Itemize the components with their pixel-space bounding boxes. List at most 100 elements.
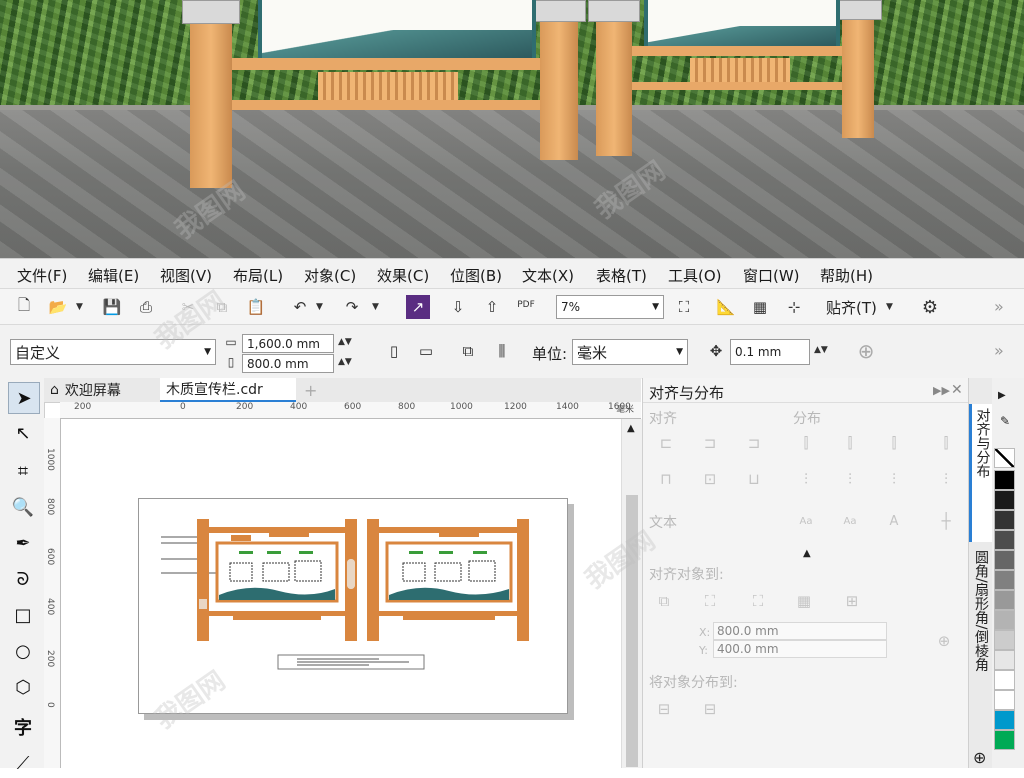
artistic-media-tool-icon[interactable]: ᘐ (8, 564, 38, 594)
menu-tools[interactable]: 工具(O) (668, 265, 722, 286)
no-color-swatch[interactable] (994, 448, 1015, 468)
scroll-up-icon[interactable]: ▲ (627, 423, 635, 434)
docker-add-icon[interactable]: ⊕ (973, 748, 986, 767)
drawing-canvas[interactable] (61, 419, 621, 768)
zoom-dropdown-icon[interactable]: ▼ (652, 302, 659, 312)
color-swatch[interactable] (994, 550, 1015, 570)
new-document-icon[interactable]: 🗋 (12, 295, 36, 319)
align-to-page-edge-icon[interactable]: ⛶ (747, 590, 769, 612)
pick-point-icon[interactable]: ⊕ (933, 630, 955, 652)
page-preset-combo[interactable]: 自定义 ▼ (10, 339, 216, 365)
vertical-ruler[interactable]: 1000 800 600 400 200 0 (44, 418, 61, 768)
color-swatch[interactable] (994, 510, 1015, 530)
distribute-center-v-icon[interactable]: ⫶ (839, 468, 861, 490)
distribute-bottom-icon[interactable]: ⫶ (935, 468, 957, 490)
menu-help[interactable]: 帮助(H) (820, 265, 873, 286)
color-swatch[interactable] (994, 650, 1015, 670)
freehand-tool-icon[interactable]: ✒ (8, 528, 38, 558)
color-swatch[interactable] (994, 610, 1015, 630)
color-swatch[interactable] (994, 590, 1015, 610)
color-swatch[interactable] (994, 470, 1015, 490)
zoom-level-combo[interactable]: 7% ▼ (556, 295, 664, 319)
unit-dropdown-icon[interactable]: ▼ (676, 347, 683, 357)
menu-bitmaps[interactable]: 位图(B) (450, 265, 502, 286)
menu-file[interactable]: 文件(F) (17, 265, 67, 286)
width-spin-icon[interactable]: ▲▼ (338, 337, 352, 347)
align-to-active-object-icon[interactable]: ⧉ (653, 590, 675, 612)
options-gear-icon[interactable]: ⚙ (918, 295, 942, 319)
all-pages-icon[interactable]: ⧉ (456, 339, 480, 363)
show-rulers-icon[interactable]: 📐 (714, 295, 738, 319)
align-bottom-icon[interactable]: ⊔ (743, 468, 765, 490)
color-swatch[interactable] (994, 710, 1015, 730)
palette-scroll-icon[interactable]: ▶ (998, 390, 1006, 401)
section-collapse-icon[interactable]: ▲ (803, 548, 811, 559)
cut-icon[interactable]: ✂ (176, 295, 200, 319)
full-screen-preview-icon[interactable]: ⛶ (672, 295, 696, 319)
color-swatch[interactable] (994, 730, 1015, 750)
nudge-spin-icon[interactable]: ▲▼ (814, 345, 828, 355)
align-center-h-icon[interactable]: ⊐ (699, 432, 721, 454)
text-baseline-icon[interactable]: ┼ (935, 510, 957, 532)
text-tool-icon[interactable]: 字 (8, 712, 38, 742)
crop-tool-icon[interactable]: ⌗ (8, 456, 38, 486)
property-bar-overflow-icon[interactable]: » (994, 341, 1004, 360)
text-bbox-icon[interactable]: A (883, 510, 905, 532)
align-top-icon[interactable]: ⊓ (655, 468, 677, 490)
align-to-point-icon[interactable]: ⊞ (841, 590, 863, 612)
print-icon[interactable]: ⎙ (134, 295, 158, 319)
text-last-line-icon[interactable]: Aa (839, 510, 861, 532)
align-center-v-icon[interactable]: ⊡ (699, 468, 721, 490)
scrollbar-thumb[interactable] (626, 495, 638, 767)
menu-text[interactable]: 文本(X) (522, 265, 574, 286)
menu-object[interactable]: 对象(C) (304, 265, 356, 286)
align-to-selection-icon[interactable]: ⛶ (699, 590, 721, 612)
horizontal-ruler[interactable]: 200 0 200 400 600 800 1000 1200 1400 160… (60, 402, 641, 419)
snap-to-button[interactable]: 贴齐(T) (826, 297, 877, 318)
show-grid-icon[interactable]: ▦ (748, 295, 772, 319)
toolbar-overflow-icon[interactable]: » (994, 297, 1004, 316)
nudge-distance-input[interactable]: 0.1 mm (730, 339, 810, 365)
parallel-dimension-tool-icon[interactable]: ⟋ (8, 748, 38, 778)
add-preset-icon[interactable]: ⊕ (854, 339, 878, 363)
align-to-grid-icon[interactable]: ▦ (793, 590, 815, 612)
paste-icon[interactable]: 📋 (244, 295, 268, 319)
distribute-spacing-h-icon[interactable]: ⫿ (883, 432, 905, 454)
distribute-left-icon[interactable]: ⫿ (795, 432, 817, 454)
current-page-icon[interactable]: ⫼ (490, 339, 514, 363)
color-swatch[interactable] (994, 690, 1015, 710)
height-spin-icon[interactable]: ▲▼ (338, 357, 352, 367)
color-swatch[interactable] (994, 570, 1015, 590)
open-icon[interactable]: 📂 (46, 295, 70, 319)
align-left-icon[interactable]: ⊏ (655, 432, 677, 454)
menu-table[interactable]: 表格(T) (596, 265, 647, 286)
docker-close-icon[interactable]: ✕ (951, 382, 963, 398)
menu-effects[interactable]: 效果(C) (377, 265, 429, 286)
rectangle-tool-icon[interactable]: □ (8, 600, 38, 630)
page-width-input[interactable]: 1,600.0 mm (242, 334, 334, 353)
tab-align-distribute[interactable]: 对齐与分布 (969, 404, 993, 542)
menu-edit[interactable]: 编辑(E) (88, 265, 139, 286)
distribute-top-icon[interactable]: ⫶ (795, 468, 817, 490)
new-tab-plus-icon[interactable]: + (298, 378, 322, 402)
color-swatch[interactable] (994, 670, 1015, 690)
page-preset-dropdown-icon[interactable]: ▼ (204, 347, 211, 357)
page-height-input[interactable]: 800.0 mm (242, 354, 334, 373)
color-swatch[interactable] (994, 630, 1015, 650)
document-page[interactable] (138, 498, 568, 714)
tab-fillet-scallop-chamfer[interactable]: 圆角/扇形角/倒棱角 (969, 546, 993, 736)
snap-dropdown-icon[interactable]: ▼ (886, 302, 893, 312)
show-guidelines-icon[interactable]: ⊹ (782, 295, 806, 319)
eyedropper-icon[interactable]: ✎ (1000, 414, 1010, 428)
tab-welcome-screen[interactable]: ⌂ 欢迎屏幕 (44, 378, 160, 402)
redo-icon[interactable]: ↷ (340, 295, 364, 319)
align-right-icon[interactable]: ⊐ (743, 432, 765, 454)
undo-dropdown-icon[interactable]: ▼ (316, 302, 323, 312)
redo-dropdown-icon[interactable]: ▼ (372, 302, 379, 312)
color-swatch[interactable] (994, 490, 1015, 510)
import-icon[interactable]: ⇩ (446, 295, 470, 319)
docker-collapse-icon[interactable]: ▶▶ (933, 384, 950, 397)
portrait-icon[interactable]: ▯ (382, 339, 406, 363)
shape-tool-icon[interactable]: ↖ (8, 418, 38, 448)
undo-icon[interactable]: ↶ (288, 295, 312, 319)
